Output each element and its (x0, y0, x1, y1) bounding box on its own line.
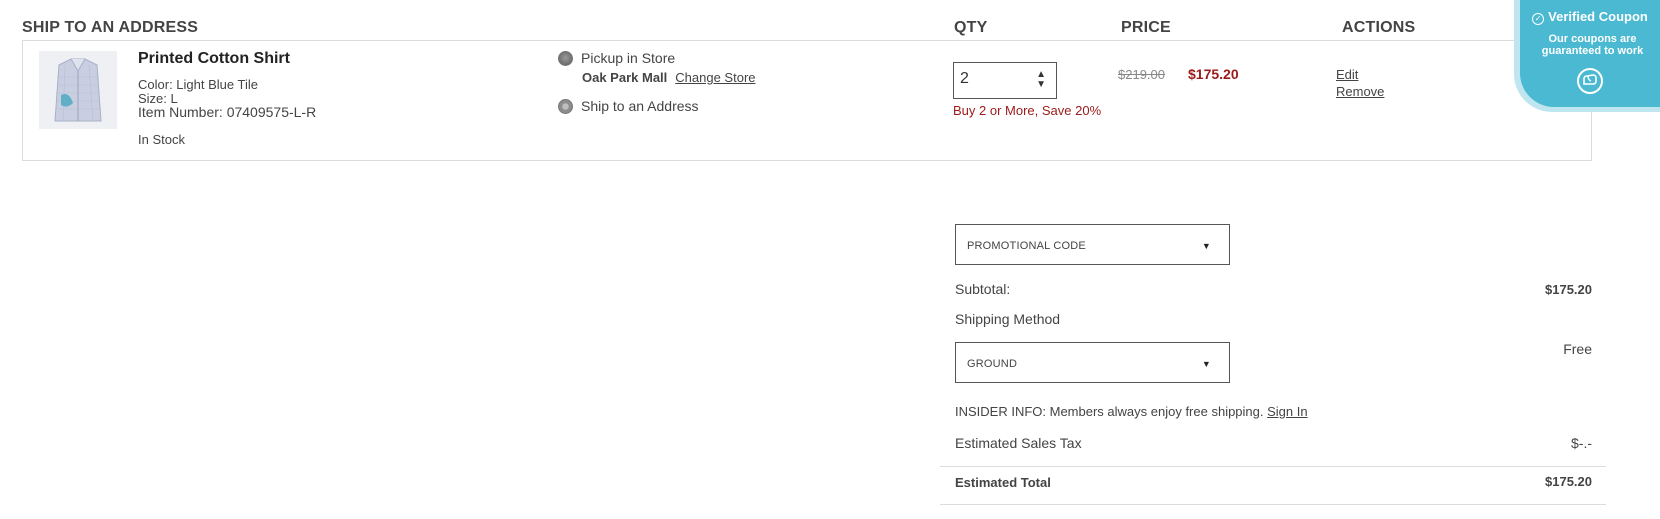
pickup-label: Pickup in Store (581, 50, 676, 66)
insider-info: INSIDER INFO: Members always enjoy free … (955, 404, 1308, 419)
quantity-value: 2 (960, 70, 969, 87)
quantity-select[interactable]: 2 ▲ ▼ (953, 62, 1057, 99)
caret-down-icon: ▼ (1201, 241, 1211, 251)
shipping-method-label: Shipping Method (955, 311, 1061, 327)
subtotal-label: Subtotal: (955, 281, 1011, 297)
stock-status: In Stock (138, 132, 185, 147)
updown-caret-icon: ▲ ▼ (1036, 69, 1046, 90)
ship-label: Ship to an Address (581, 98, 699, 114)
estimated-tax-value: $-.- (1571, 435, 1592, 451)
coupon-title-text: Verified Coupon (1548, 9, 1648, 24)
shipping-cost: Free (1563, 341, 1592, 357)
checkmark-icon: ✓ (1532, 13, 1545, 25)
store-info: Oak Park Mall Change Store (582, 70, 756, 85)
estimated-tax-label: Estimated Sales Tax (955, 435, 1082, 451)
estimated-total-label: Estimated Total (955, 475, 1051, 490)
store-name: Oak Park Mall (582, 70, 668, 85)
promotional-code-dropdown[interactable]: PROMOTIONAL CODE ▼ (955, 224, 1230, 265)
coupon-title: ✓ Verified Coupon (1520, 9, 1660, 25)
edit-link[interactable]: Edit (1336, 67, 1358, 82)
summary-divider (940, 504, 1606, 505)
qty-column-header: QTY (954, 19, 988, 36)
ship-radio[interactable] (558, 99, 573, 114)
price-column-header: PRICE (1121, 19, 1171, 36)
ship-to-address-heading: SHIP TO AN ADDRESS (22, 19, 199, 36)
subtotal-value: $175.20 (1545, 282, 1592, 297)
promotional-code-label: PROMOTIONAL CODE (967, 240, 1086, 252)
product-item-number: Item Number: 07409575-L-R (138, 104, 317, 120)
insider-info-text: INSIDER INFO: Members always enjoy free … (955, 404, 1264, 419)
quantity-promo-message: Buy 2 or More, Save 20% (953, 103, 1102, 118)
cart-item: Printed Cotton Shirt Color: Light Blue T… (22, 40, 1592, 161)
remove-link[interactable]: Remove (1336, 84, 1384, 99)
shirt-image (39, 51, 117, 129)
caret-down-icon: ▼ (1201, 359, 1211, 369)
coupon-description: Our coupons are guaranteed to work (1541, 33, 1644, 57)
original-price: $219.00 (1118, 67, 1165, 82)
shipping-method-dropdown[interactable]: GROUND ▼ (955, 342, 1230, 383)
pickup-in-store-option[interactable]: Pickup in Store (558, 50, 675, 66)
estimated-total-value: $175.20 (1545, 474, 1592, 489)
shipping-method-value: GROUND (967, 358, 1018, 370)
product-color: Color: Light Blue Tile (138, 77, 258, 92)
product-thumbnail[interactable] (39, 51, 117, 129)
sign-in-link[interactable]: Sign In (1267, 404, 1307, 419)
pickup-radio[interactable] (558, 51, 573, 66)
product-name[interactable]: Printed Cotton Shirt (138, 50, 290, 68)
actions-column-header: ACTIONS (1342, 19, 1416, 36)
coupon-logo-icon[interactable] (1577, 68, 1603, 94)
verified-coupon-badge[interactable]: ✓ Verified Coupon Our coupons are guarant… (1520, 0, 1660, 107)
summary-divider (940, 466, 1606, 467)
ship-to-address-option[interactable]: Ship to an Address (558, 98, 699, 114)
sale-price: $175.20 (1188, 66, 1239, 82)
change-store-link[interactable]: Change Store (675, 70, 755, 85)
